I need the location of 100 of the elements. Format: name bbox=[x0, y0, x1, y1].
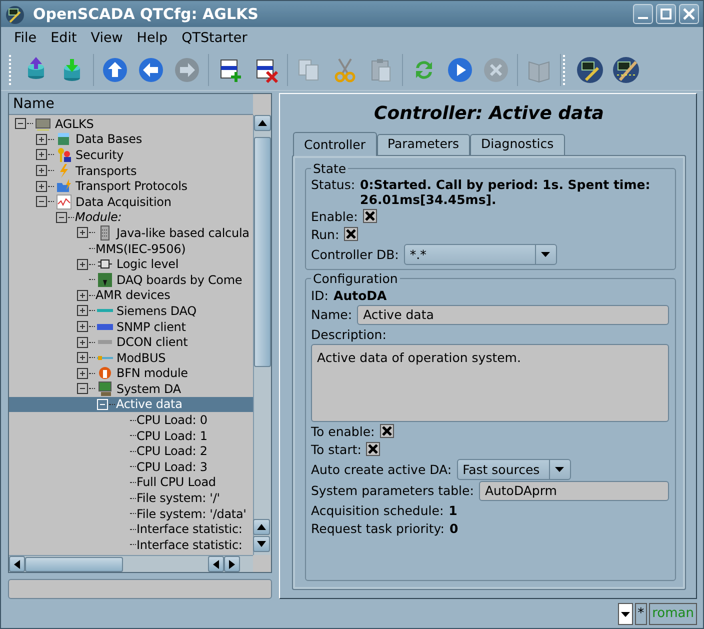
field-label: System parameters table: bbox=[311, 483, 474, 498]
tree-item[interactable]: Data Bases bbox=[9, 132, 253, 148]
checkbox[interactable] bbox=[380, 424, 394, 438]
tree-item[interactable]: AMR devices bbox=[9, 288, 253, 304]
menu-item[interactable]: File bbox=[7, 28, 44, 48]
field-label: Description: bbox=[311, 326, 388, 343]
panel-title: Controller: Active data bbox=[373, 102, 605, 126]
collapse-icon[interactable] bbox=[56, 212, 67, 223]
text-field[interactable] bbox=[8, 579, 272, 599]
tree-item[interactable]: Interface statistic: bbox=[9, 521, 253, 538]
monitor-icon bbox=[35, 116, 51, 132]
tree-item[interactable]: CPU Load: 1 bbox=[9, 428, 253, 444]
expand-icon[interactable] bbox=[76, 290, 88, 301]
tree-item[interactable]: File system: '/' bbox=[9, 490, 253, 506]
tree-item[interactable]: Java-like based calcula bbox=[9, 225, 253, 241]
menu-item[interactable]: QTStarter bbox=[174, 28, 254, 48]
vertical-scrollbar[interactable] bbox=[253, 115, 271, 555]
up-arrow-icon bbox=[258, 120, 267, 126]
table-field[interactable]: AutoDAprm bbox=[478, 480, 669, 501]
right-arrow-icon bbox=[229, 560, 235, 568]
field-label: ID: bbox=[311, 288, 329, 303]
tree-item[interactable]: SNMP client bbox=[9, 318, 253, 334]
tab[interactable]: Parameters bbox=[376, 134, 470, 155]
description-field[interactable]: Active data of operation system. bbox=[311, 344, 669, 422]
minimize-button[interactable] bbox=[632, 4, 652, 24]
tree-item[interactable]: File system: '/data' bbox=[9, 506, 253, 522]
tab[interactable]: Controller bbox=[293, 132, 376, 156]
db-dropdown[interactable]: *.* bbox=[404, 244, 557, 265]
tree-item[interactable]: Data Acquisition bbox=[9, 194, 253, 210]
user-name: roman bbox=[649, 603, 697, 625]
tree-item[interactable]: Interface statistic: bbox=[9, 537, 253, 553]
computer-icon bbox=[96, 380, 112, 397]
field-label: Controller DB: bbox=[311, 246, 399, 262]
menu-item[interactable]: Help bbox=[130, 28, 175, 48]
caret-icon bbox=[541, 252, 550, 257]
status-text: 0:Started. Call by period: 1s. Spent time: 26.01ms[34.45ms]. bbox=[360, 176, 652, 207]
close-button[interactable] bbox=[679, 4, 699, 24]
column-header[interactable]: Name bbox=[9, 94, 253, 115]
tree-item[interactable]: Logic level bbox=[9, 256, 253, 272]
menu-item[interactable]: Edit bbox=[44, 28, 84, 48]
collapse-icon[interactable] bbox=[15, 118, 26, 130]
tree-item[interactable]: Siemens DAQ bbox=[9, 303, 253, 319]
chart-icon bbox=[56, 194, 72, 210]
expand-icon[interactable] bbox=[76, 368, 88, 379]
tree-item[interactable]: ModBUS bbox=[9, 350, 253, 366]
tree-item[interactable]: BFN module bbox=[9, 366, 253, 382]
checkbox[interactable] bbox=[344, 227, 358, 242]
tree-item[interactable]: System DA bbox=[9, 381, 253, 397]
id-value: AutoDA bbox=[334, 288, 387, 303]
tree-item[interactable]: MMS(IEC-9506) bbox=[9, 240, 253, 256]
database-icon bbox=[56, 131, 72, 148]
field-label: Name: bbox=[311, 307, 352, 322]
dcon-strip-icon bbox=[96, 340, 112, 344]
tree-item[interactable]: CPU Load: 0 bbox=[9, 412, 253, 428]
caret-icon bbox=[620, 612, 630, 616]
expand-icon[interactable] bbox=[76, 352, 88, 364]
menu-item[interactable]: View bbox=[84, 28, 130, 48]
scroll-arrows[interactable] bbox=[253, 519, 270, 552]
bfn-icon bbox=[96, 365, 112, 382]
name-field[interactable]: Active data bbox=[357, 304, 669, 325]
down-arrow-icon bbox=[257, 541, 266, 547]
horizontal-scrollbar[interactable] bbox=[9, 555, 253, 572]
expand-icon[interactable] bbox=[36, 180, 46, 192]
tab[interactable]: Diagnostics bbox=[470, 134, 565, 155]
field-label: Acquisition schedule: bbox=[311, 502, 444, 518]
expand-icon[interactable] bbox=[76, 305, 88, 316]
maximize-button[interactable] bbox=[656, 4, 676, 24]
tree-item[interactable]: Security bbox=[9, 147, 253, 163]
field-label: Auto create active DA: bbox=[311, 462, 452, 477]
tree-item[interactable]: Transport Protocols bbox=[9, 178, 253, 194]
expand-icon[interactable] bbox=[36, 149, 46, 160]
expand-icon[interactable] bbox=[76, 227, 88, 238]
field-value: 1 bbox=[448, 502, 458, 518]
checkbox[interactable] bbox=[366, 442, 380, 456]
board-icon bbox=[96, 272, 112, 288]
left-arrow-icon bbox=[213, 560, 219, 568]
tree-item[interactable]: CPU Load: 2 bbox=[9, 443, 253, 460]
tree-item[interactable]: Active data bbox=[9, 396, 253, 412]
left-arrow-icon bbox=[14, 560, 20, 568]
expand-icon[interactable] bbox=[36, 165, 46, 176]
tree-item[interactable]: Transports bbox=[9, 162, 253, 178]
dropdown-button[interactable] bbox=[618, 603, 633, 625]
tree-item[interactable]: AGLKS bbox=[9, 116, 253, 132]
checkbox-label: Run: bbox=[311, 226, 340, 242]
checkbox[interactable] bbox=[362, 209, 377, 224]
expand-icon[interactable] bbox=[76, 258, 88, 270]
tree-item[interactable]: Module: bbox=[9, 210, 253, 226]
collapse-icon[interactable] bbox=[76, 383, 88, 394]
auto-create-dropdown[interactable]: Fast sources bbox=[456, 458, 571, 480]
gauge-edit-icon bbox=[612, 56, 640, 84]
collapse-icon[interactable] bbox=[36, 196, 46, 208]
tree-item[interactable]: CPU Load: 3 bbox=[9, 459, 253, 475]
expand-icon[interactable] bbox=[76, 321, 88, 332]
tree-item[interactable]: DAQ boards by Come bbox=[9, 272, 253, 288]
modbus-strip-icon bbox=[96, 356, 112, 360]
caret-icon bbox=[555, 466, 564, 472]
expand-icon[interactable] bbox=[76, 336, 88, 348]
expand-icon[interactable] bbox=[36, 134, 46, 145]
tree-item[interactable]: Full CPU Load bbox=[9, 474, 253, 490]
tree-item[interactable]: DCON client bbox=[9, 334, 253, 350]
